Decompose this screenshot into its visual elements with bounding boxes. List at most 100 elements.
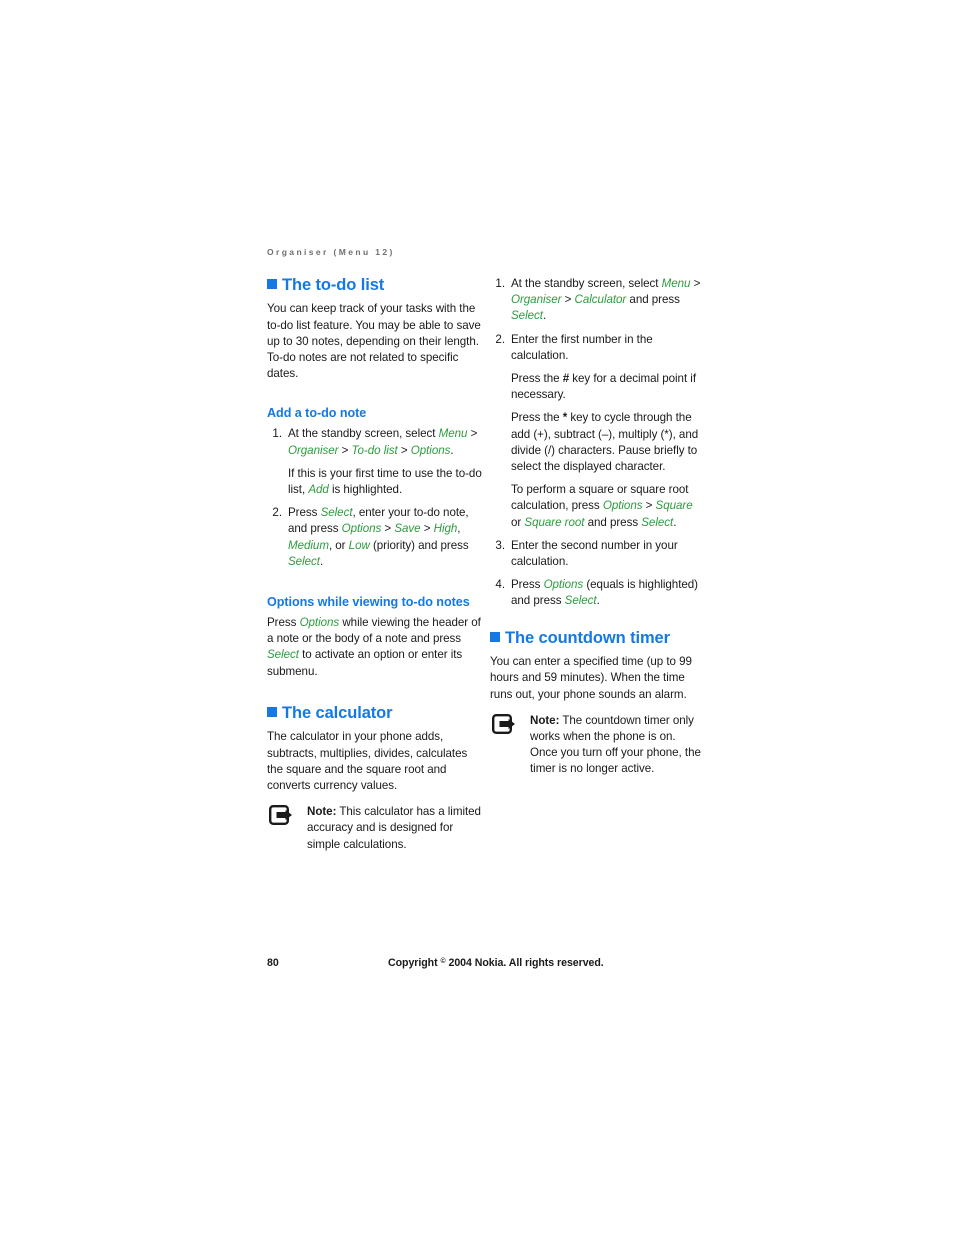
calculator-steps-list: 1. At the standby screen, select Menu > …	[490, 276, 705, 610]
path-separator: >	[561, 293, 575, 307]
countdown-intro-paragraph: You can enter a specified time (up to 99…	[490, 655, 692, 701]
step-number: 2.	[272, 506, 282, 520]
menu-path-calculator: Calculator	[574, 293, 627, 307]
path-separator: >	[642, 499, 656, 513]
menu-path-todo-list: To-do list	[351, 443, 398, 457]
menu-path-organiser: Organiser	[288, 443, 339, 457]
menu-path-menu: Menu	[438, 427, 468, 441]
note-block-countdown: Note: The countdown timer only works whe…	[490, 713, 705, 778]
calc-step-4-c: .	[596, 594, 600, 608]
path-separator: >	[397, 443, 411, 457]
note-block-calculator: Note: This calculator has a limited accu…	[267, 804, 482, 853]
menu-path-organiser: Organiser	[511, 293, 562, 307]
section-heading-todo-list: The to-do list	[267, 276, 482, 295]
step-number: 3.	[495, 538, 505, 552]
square-bullet-icon	[267, 279, 277, 289]
calculator-intro-paragraph: The calculator in your phone adds, subtr…	[267, 730, 468, 792]
square-bullet-icon	[490, 631, 500, 642]
menu-path-save: Save	[394, 522, 421, 536]
calc-step-2-p2-a: Press the	[511, 372, 563, 386]
square-bullet-icon	[267, 706, 277, 717]
calc-step-2-p4-c: or	[511, 515, 525, 529]
document-page: Organiser (Menu 12) The to-do list You c…	[0, 0, 954, 1235]
right-column: 1. At the standby screen, select Menu > …	[490, 276, 705, 784]
step-2-f: , or	[328, 538, 349, 552]
calc-step-2-p4-d: and press	[584, 515, 642, 529]
step-2-text: Press Select, enter your to-do note, and…	[288, 505, 482, 570]
left-column: The to-do list You can keep track of you…	[267, 276, 482, 859]
subheading-add-todo-note: Add a to-do note	[267, 406, 367, 421]
page-number: 80	[267, 957, 279, 969]
options-while-viewing-paragraph: Press Options while viewing the header o…	[267, 615, 482, 680]
path-separator: >	[420, 522, 434, 536]
menu-path-options: Options	[299, 616, 340, 630]
todo-intro-paragraph: You can keep track of your tasks with th…	[267, 302, 481, 381]
list-item: 1. At the standby screen, select Menu > …	[490, 276, 705, 325]
calc-step-4-a: Press	[511, 578, 544, 592]
section-heading-todo-list-text: The to-do list	[282, 276, 385, 294]
note-label: Note:	[530, 713, 560, 727]
menu-path-high: High	[433, 522, 458, 536]
menu-path-select: Select	[511, 309, 543, 323]
menu-path-low: Low	[348, 538, 370, 552]
menu-path-options: Options	[602, 499, 643, 513]
menu-path-add: Add	[308, 483, 329, 497]
copyright-prefix: Copyright	[388, 957, 441, 969]
step-1-note-text: If this is your first time to use the to…	[288, 466, 482, 498]
step-2-a: Press	[288, 506, 321, 520]
path-separator: >	[467, 427, 478, 441]
copyright-notice: Copyright © 2004 Nokia. All rights reser…	[388, 957, 604, 969]
menu-path-options: Options	[410, 443, 451, 457]
calc-step-2-star-text: Press the * key to cycle through the add…	[511, 410, 705, 475]
calc-step-3-text: Enter the second number in your calculat…	[511, 538, 678, 569]
list-item: 1. At the standby screen, select Menu > …	[267, 426, 482, 498]
calc-step-1-lead: At the standby screen, select	[511, 277, 662, 290]
menu-path-square: Square	[655, 499, 693, 513]
menu-path-options: Options	[543, 578, 584, 592]
add-todo-steps-list: 1. At the standby screen, select Menu > …	[267, 426, 482, 570]
step-1-end: .	[450, 443, 454, 457]
step-1-note-b: is highlighted.	[328, 483, 403, 497]
menu-path-options: Options	[341, 522, 382, 536]
calc-step-2-p4-e: .	[673, 515, 677, 529]
calc-step-1-text: At the standby screen, select Menu > Org…	[511, 276, 705, 325]
step-number: 1.	[272, 427, 282, 441]
calc-step-1-tail: and press	[626, 293, 680, 307]
menu-path-select: Select	[564, 594, 597, 608]
path-separator: >	[381, 522, 395, 536]
menu-path-select: Select	[641, 515, 674, 529]
step-2-e: ,	[457, 522, 461, 536]
menu-path-select: Select	[267, 648, 299, 662]
step-number: 4.	[495, 578, 505, 592]
section-heading-calculator-text: The calculator	[282, 703, 393, 722]
menu-path-select: Select	[320, 506, 353, 520]
copyright-suffix: 2004 Nokia. All rights reserved.	[445, 957, 604, 969]
calc-step-2-p3-a: Press the	[511, 411, 563, 425]
step-number: 2.	[495, 332, 505, 346]
calc-step-2-square-text: To perform a square or square root calcu…	[511, 482, 705, 531]
path-separator: >	[690, 277, 701, 290]
subheading-options-while-viewing: Options while viewing to-do notes	[267, 595, 470, 610]
menu-path-square-root: Square root	[524, 515, 585, 529]
list-item: 4. Press Options (equals is highlighted)…	[490, 577, 705, 609]
list-item: 2. Enter the first number in the calcula…	[490, 332, 705, 531]
running-header: Organiser (Menu 12)	[267, 247, 395, 257]
calc-step-4-text: Press Options (equals is highlighted) an…	[511, 577, 705, 609]
calc-step-2-hash-text: Press the # key for a decimal point if n…	[511, 371, 705, 403]
note-countdown-text: Note: The countdown timer only works whe…	[530, 713, 705, 778]
menu-path-medium: Medium	[288, 538, 329, 552]
step-1-text: At the standby screen, select Menu > Org…	[288, 426, 482, 458]
menu-path-menu: Menu	[661, 277, 691, 290]
note-calculator-text: Note: This calculator has a limited accu…	[307, 804, 482, 853]
options-body-a: Press	[267, 616, 300, 630]
note-arrow-icon	[269, 805, 299, 826]
menu-path-select: Select	[288, 554, 320, 568]
step-2-h: .	[319, 554, 324, 568]
note-label: Note:	[307, 805, 337, 819]
page-footer: 80 Copyright © 2004 Nokia. All rights re…	[0, 957, 954, 973]
calc-step-1-end: .	[542, 309, 547, 323]
section-heading-calculator: The calculator	[267, 704, 482, 723]
step-number: 1.	[495, 277, 505, 290]
